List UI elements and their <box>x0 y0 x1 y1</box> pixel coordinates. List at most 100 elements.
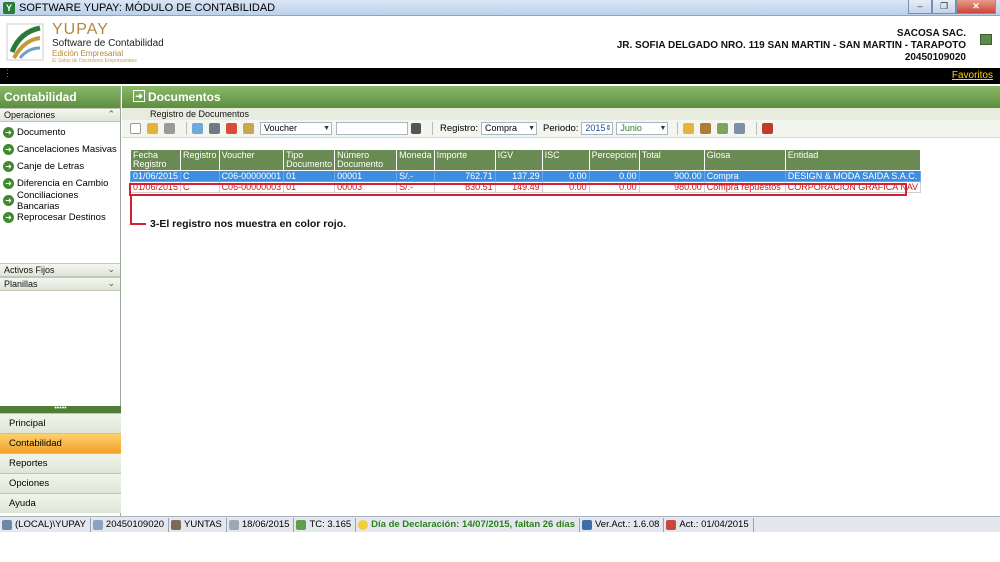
status-date: 18/06/2015 <box>227 517 295 532</box>
column-header[interactable]: Registro <box>180 149 220 171</box>
folder-icon[interactable] <box>683 123 695 134</box>
periodo-label: Periodo: <box>543 123 579 134</box>
close-button[interactable]: ✕ <box>956 0 996 14</box>
status-declaracion-text: Día de Declaración: 14/07/2015, faltan 2… <box>371 519 575 530</box>
table-cell: 01/06/2015 <box>129 181 182 193</box>
window-title: SOFTWARE YUPAY: MÓDULO DE CONTABILIDAD <box>19 1 276 14</box>
delete-trash-icon[interactable] <box>164 123 175 134</box>
version-icon <box>581 519 592 530</box>
search-input[interactable] <box>336 122 408 135</box>
sidebar-item-documento[interactable]: ➜ Documento <box>0 124 120 141</box>
collapse-icon[interactable]: ⌃ <box>107 109 115 120</box>
exit-icon[interactable] <box>762 123 774 134</box>
status-act-text: Act.: 01/04/2015 <box>679 519 749 530</box>
binoculars-icon[interactable] <box>411 123 421 134</box>
sidebar-title: Contabilidad <box>0 86 120 108</box>
table-cell: 0.00 <box>541 181 590 193</box>
table-cell: C <box>180 181 220 193</box>
calendar-icon <box>666 519 677 530</box>
registro-select[interactable]: Compra ▼ <box>481 122 538 135</box>
column-header[interactable]: Importe <box>433 149 496 171</box>
minimize-button[interactable]: – <box>908 0 932 14</box>
sidebar-item-cancelaciones[interactable]: ➜ Cancelaciones Masivas <box>0 141 120 158</box>
calendar-icon <box>228 519 239 530</box>
status-server-text: (LOCAL)\YUPAY <box>15 519 86 530</box>
arrow-circle-icon: ➜ <box>3 144 14 155</box>
column-header[interactable]: IGV <box>494 149 543 171</box>
favorites-link[interactable]: Favoritos <box>952 70 993 81</box>
section-operaciones[interactable]: Operaciones ⌃ <box>0 108 120 122</box>
column-header[interactable]: Entidad <box>784 149 922 171</box>
column-header[interactable]: Percepcion <box>588 149 640 171</box>
column-header[interactable]: ISC <box>541 149 590 171</box>
expand-icon[interactable]: ⌄ <box>107 278 115 289</box>
column-header[interactable]: Total <box>638 149 705 171</box>
section-activos-fijos[interactable]: Activos Fijos ⌄ <box>0 263 120 277</box>
voucher-select[interactable]: Voucher ▼ <box>260 122 332 135</box>
arrow-circle-icon: ➜ <box>3 161 14 172</box>
column-header[interactable]: Número Documento <box>334 149 398 171</box>
column-header[interactable]: Voucher <box>218 149 285 171</box>
annotation-text: 3-El registro nos muestra en color rojo. <box>150 218 347 230</box>
network-icon[interactable] <box>980 34 992 45</box>
periodo-year-value: 2015 <box>585 123 606 133</box>
table-cell: C06-00000003 <box>218 181 285 193</box>
status-date-text: 18/06/2015 <box>241 519 290 530</box>
annotation-connector <box>130 223 146 225</box>
company-name: SACOSA SAC. <box>896 28 966 39</box>
sidebar-item-label: Diferencia en Cambio <box>17 178 109 189</box>
nav-reportes[interactable]: Reportes <box>0 453 121 473</box>
company-ruc: 20450109020 <box>904 52 966 63</box>
restore-button[interactable]: ❐ <box>932 0 956 14</box>
nav-contabilidad[interactable]: Contabilidad <box>0 433 121 453</box>
column-header[interactable]: Glosa <box>703 149 786 171</box>
sidebar: Contabilidad Operaciones ⌃ ➜ Documento ➜ C… <box>0 86 121 516</box>
nav-principal[interactable]: Principal <box>0 413 121 433</box>
favorites-bar: ⋮ Favoritos <box>0 68 1000 84</box>
panel-splitter[interactable]: ••••• <box>0 405 121 413</box>
table-cell: 830.51 <box>433 181 496 193</box>
table-cell: 762.71 <box>433 170 496 182</box>
window-titlebar: Y SOFTWARE YUPAY: MÓDULO DE CONTABILIDAD… <box>0 0 1000 16</box>
sidebar-item-reprocesar[interactable]: ➜ Reprocesar Destinos <box>0 209 120 226</box>
nav-ayuda[interactable]: Ayuda <box>0 493 121 513</box>
money-icon[interactable] <box>717 123 729 134</box>
table-cell: Compra repuestos <box>703 181 786 193</box>
new-document-icon[interactable] <box>130 123 141 134</box>
server-icon <box>2 519 12 530</box>
print-icon[interactable] <box>209 123 220 134</box>
dollar-icon <box>296 519 307 530</box>
status-declaracion: Día de Declaración: 14/07/2015, faltan 2… <box>356 517 580 532</box>
yupay-logo-icon <box>6 23 44 61</box>
table-row[interactable]: 01/06/2015 C C06-00000003 01 00003 S/.- … <box>129 181 922 193</box>
column-header[interactable]: Moneda <box>396 149 435 171</box>
sidebar-item-label: Canje de Letras <box>17 161 85 172</box>
periodo-month-select[interactable]: Junio ▼ <box>616 122 669 135</box>
app-header: YUPAY Software de Contabilidad Edición E… <box>0 16 1000 68</box>
balance-scale-icon[interactable] <box>700 123 712 134</box>
periodo-year-stepper[interactable]: 2015 ⇕ <box>581 122 614 135</box>
sidebar-item-conciliaciones[interactable]: ➜ Conciliaciones Bancarias <box>0 190 120 212</box>
tab-registro-documentos[interactable]: Registro de Documentos <box>122 108 1000 120</box>
brand-tagline: El Sabio de Decisiones Empresariales <box>52 58 137 64</box>
window-icon[interactable] <box>734 123 746 134</box>
toolbar-separator <box>677 122 679 135</box>
copy-icon[interactable] <box>192 123 203 134</box>
column-header[interactable]: Fecha Registro <box>129 149 182 171</box>
arrow-right-icon: ➜ <box>133 90 145 102</box>
calendar-icon[interactable] <box>226 123 237 134</box>
edit-pencil-icon[interactable] <box>147 123 158 134</box>
column-header[interactable]: Tipo Documento <box>283 149 336 171</box>
status-bar: (LOCAL)\YUPAY 20450109020 YUNTAS 18/06/2… <box>0 516 1000 532</box>
section-planillas[interactable]: Planillas ⌄ <box>0 277 120 291</box>
table-cell: C <box>180 170 220 182</box>
table-cell: 01 <box>283 181 336 193</box>
sidebar-item-canje[interactable]: ➜ Canje de Letras <box>0 158 120 175</box>
status-tc: TC: 3.165 <box>294 517 357 532</box>
spinner-icon[interactable]: ⇕ <box>606 123 612 134</box>
report-icon[interactable] <box>243 123 254 134</box>
nav-opciones[interactable]: Opciones <box>0 473 121 493</box>
table-row[interactable]: 01/06/2015 C C06-00000001 01 00001 S/.- … <box>129 170 922 182</box>
brand-name: YUPAY <box>52 21 109 38</box>
expand-icon[interactable]: ⌄ <box>107 264 115 275</box>
